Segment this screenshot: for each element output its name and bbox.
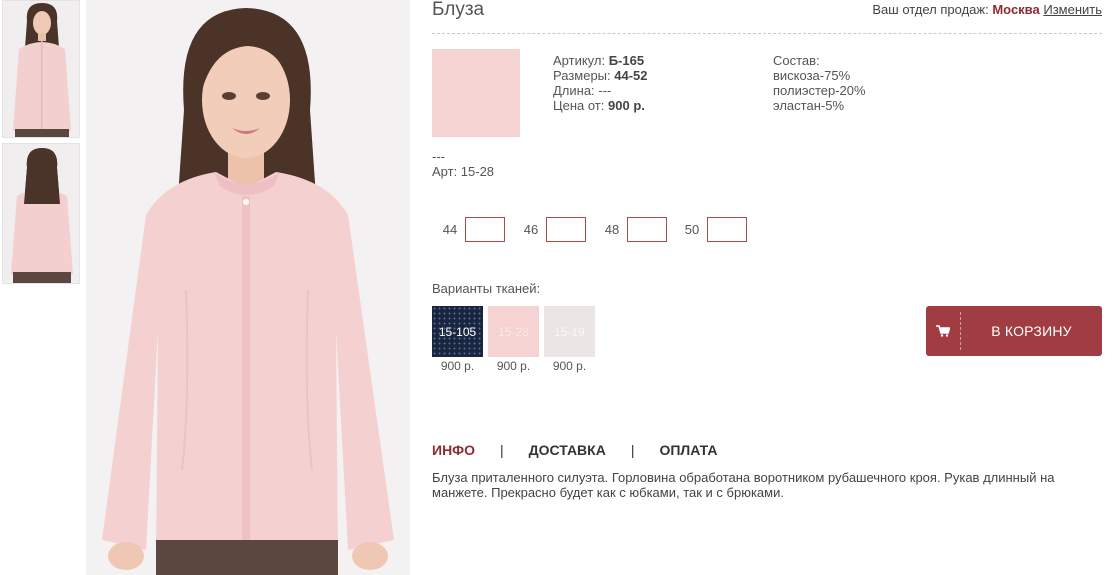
size-50: 50 [677, 217, 747, 242]
quantity-input-50[interactable] [707, 217, 747, 242]
fabric-variant-15-19[interactable]: 15-19 [544, 306, 595, 357]
size-label: 48 [604, 222, 620, 237]
thumbnail-back-image [3, 144, 79, 283]
header-divider [432, 33, 1102, 34]
product-title: Блуза [432, 0, 485, 20]
spec-length: Длина: --- [553, 83, 612, 98]
thumbnail-back[interactable] [2, 143, 80, 284]
quantity-input-48[interactable] [627, 217, 667, 242]
cart-icon [926, 306, 960, 356]
product-description: Блуза приталенного силуэта. Горловина об… [432, 470, 1055, 500]
sales-label: Ваш отдел продаж: [872, 2, 989, 17]
size-48: 48 [597, 217, 667, 242]
selected-fabric-art: Арт: 15-28 [432, 164, 495, 179]
fabric-price: 900 р. [496, 359, 531, 373]
spec-article: Артикул: Б-165 [553, 53, 645, 68]
product-specs: Артикул: Б-165 Размеры: 44-52 Длина: ---… [553, 53, 648, 113]
tab-payment[interactable]: ОПЛАТА [659, 442, 717, 458]
add-to-cart-button[interactable]: В КОРЗИНУ [926, 306, 1102, 356]
quantity-input-44[interactable] [465, 217, 505, 242]
thumbnail-front-image [3, 1, 79, 137]
tab-separator: | [500, 442, 504, 458]
tab-info[interactable]: ИНФО [432, 442, 475, 458]
fabric-variants-label: Варианты тканей: [432, 281, 541, 296]
fabric-variant-15-28[interactable]: 15-28 [488, 306, 539, 357]
sales-department: Ваш отдел продаж: Москва Изменить [872, 2, 1102, 17]
selected-fabric-dash: --- [432, 149, 445, 164]
change-city-link[interactable]: Изменить [1043, 2, 1102, 17]
fabric-price: 900 р. [440, 359, 475, 373]
product-model-image [86, 0, 410, 575]
product-composition: Состав: вискоза-75% полиэстер-20% эласта… [773, 53, 866, 113]
fabric-variant-15-105[interactable]: 15-105 [432, 306, 483, 357]
spec-price: Цена от: 900 р. [553, 98, 645, 113]
composition-item: вискоза-75% [773, 68, 851, 83]
product-main-photo[interactable] [86, 0, 410, 575]
spec-sizes: Размеры: 44-52 [553, 68, 648, 83]
size-label: 50 [684, 222, 700, 237]
selected-fabric-swatch [432, 49, 520, 137]
tab-delivery[interactable]: ДОСТАВКА [529, 442, 606, 458]
size-44: 44 [435, 217, 505, 242]
info-tabs: ИНФО | ДОСТАВКА | ОПЛАТА [432, 442, 717, 458]
composition-label: Состав: [773, 53, 820, 68]
composition-item: эластан-5% [773, 98, 844, 113]
tab-separator: | [630, 442, 635, 458]
add-to-cart-label: В КОРЗИНУ [991, 323, 1072, 339]
sales-city: Москва [992, 2, 1040, 17]
fabric-price: 900 р. [552, 359, 587, 373]
thumbnail-front[interactable] [2, 0, 80, 138]
composition-item: полиэстер-20% [773, 83, 866, 98]
size-label: 46 [523, 222, 539, 237]
quantity-input-46[interactable] [546, 217, 586, 242]
size-label: 44 [442, 222, 458, 237]
selected-fabric-info: --- Арт: 15-28 [432, 149, 494, 179]
size-46: 46 [516, 217, 586, 242]
